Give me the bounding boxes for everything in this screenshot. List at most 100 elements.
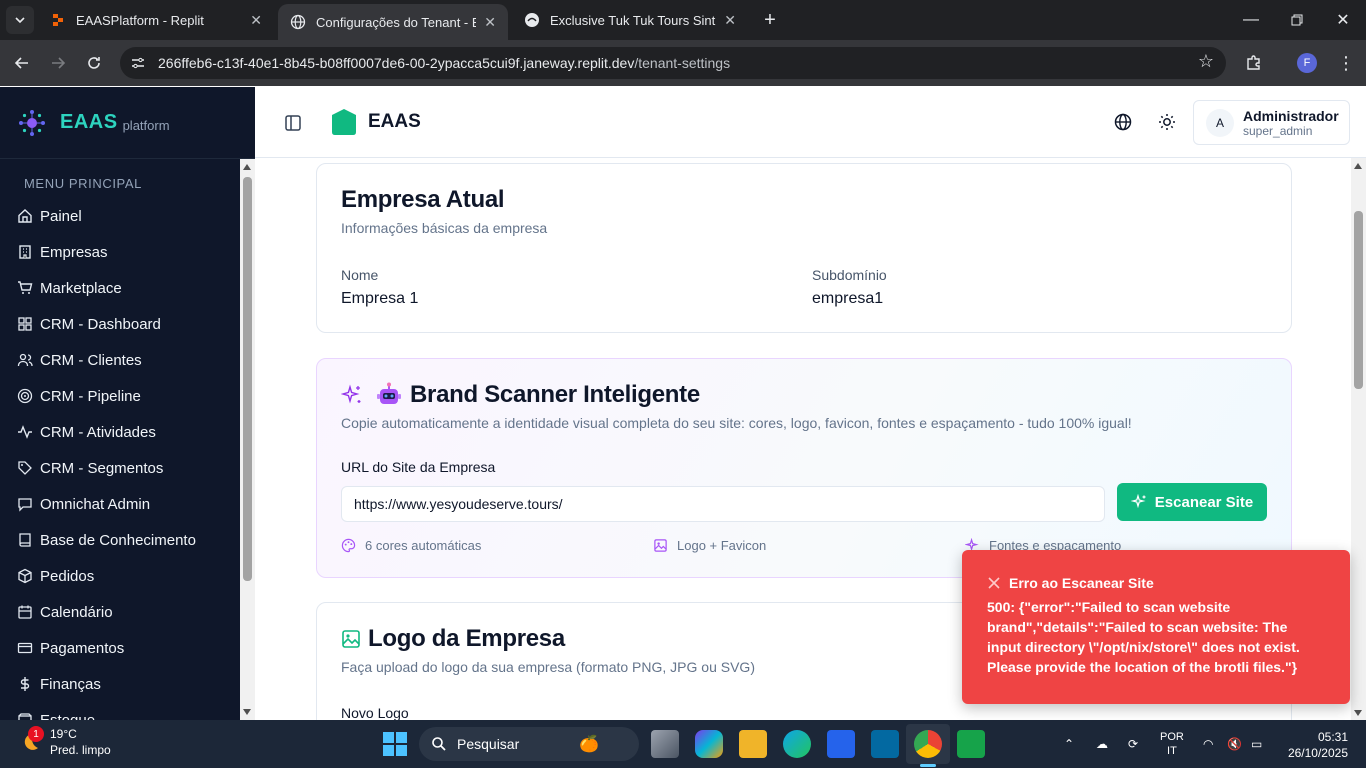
wifi-icon[interactable]: ◠ (1203, 720, 1213, 768)
language-indicator[interactable]: POR IT (1160, 730, 1184, 758)
scrollbar-thumb[interactable] (243, 177, 252, 581)
sidebar-item-crm-clientes[interactable]: CRM - Clientes (0, 342, 240, 378)
user-menu-button[interactable]: A Administrador super_admin (1193, 100, 1350, 145)
task-view-icon[interactable] (651, 730, 679, 758)
browser-tab-tuk-tuk[interactable]: Exclusive Tuk Tuk Tours Sintra & ✕ (512, 0, 748, 40)
forward-button[interactable] (44, 49, 72, 77)
site-url-input[interactable]: https://www.yesyoudeserve.tours/ (341, 486, 1105, 522)
globe-favicon-icon (290, 14, 306, 30)
url-text: 266ffeb6-c13f-40e1-8b45-b08ff0007de6-00-… (158, 55, 730, 71)
volume-muted-icon[interactable]: 🔇 (1227, 720, 1242, 768)
file-explorer-icon[interactable] (739, 730, 767, 758)
close-window-button[interactable]: ✕ (1320, 0, 1366, 40)
theme-sun-icon[interactable] (1157, 112, 1177, 132)
new-tab-button[interactable]: + (758, 8, 782, 32)
sidebar-item-omnichat-admin[interactable]: Omnichat Admin (0, 486, 240, 522)
close-tab-icon[interactable]: ✕ (724, 12, 736, 29)
restore-button[interactable] (1274, 0, 1320, 40)
sidebar-item-base-de-conhecimento[interactable]: Base de Conhecimento (0, 522, 240, 558)
windows-taskbar: 1 19°C Pred. limpo Pesquisar 🍊 ⌃ ☁ ⟳ POR… (0, 720, 1366, 768)
app-sidebar: EAAS platform MENU PRINCIPAL Painel Empr… (0, 87, 255, 729)
site-info-icon[interactable] (126, 51, 150, 75)
tab-search-button[interactable] (6, 6, 34, 34)
sidebar-item-pagamentos[interactable]: Pagamentos (0, 630, 240, 666)
weather-desc: Pred. limpo (50, 743, 111, 757)
tray-chevron-icon[interactable]: ⌃ (1064, 720, 1074, 768)
feature-label: 6 cores automáticas (365, 538, 482, 553)
search-icon (432, 737, 446, 751)
active-app-indicator (920, 764, 936, 767)
sidebar-scrollbar[interactable] (240, 159, 255, 720)
toast-title: Erro ao Escanear Site (1009, 575, 1154, 591)
toast-title-row: Erro ao Escanear Site (987, 575, 1325, 591)
main-scrollbar[interactable] (1351, 158, 1366, 720)
minimize-button[interactable]: — (1228, 0, 1274, 40)
browser-tab-replit[interactable]: EAASPlatform - Replit ✕ (38, 0, 274, 40)
scroll-down-arrow-icon[interactable] (243, 709, 251, 715)
scroll-down-arrow-icon[interactable] (1354, 710, 1362, 716)
header-title: EAAS (368, 111, 421, 132)
company-card: Empresa Atual Informações básicas da emp… (316, 163, 1292, 333)
new-logo-label: Novo Logo (341, 705, 409, 720)
sidebar-item-marketplace[interactable]: Marketplace (0, 270, 240, 306)
windows-start-icon[interactable] (383, 732, 407, 756)
address-bar[interactable]: 266ffeb6-c13f-40e1-8b45-b08ff0007de6-00-… (120, 47, 1226, 79)
menu-section-label: MENU PRINCIPAL (24, 176, 142, 191)
sidebar-item-painel[interactable]: Painel (0, 198, 240, 234)
chrome-icon[interactable] (914, 730, 942, 758)
home-icon (16, 207, 34, 225)
m365-icon[interactable] (695, 730, 723, 758)
logo-card-title: Logo da Empresa (368, 625, 565, 652)
reload-button[interactable] (80, 49, 108, 77)
edge-icon[interactable] (783, 730, 811, 758)
sync-icon[interactable]: ⟳ (1128, 720, 1138, 768)
user-role: super_admin (1243, 123, 1313, 138)
sidebar-item-crm-dashboard[interactable]: CRM - Dashboard (0, 306, 240, 342)
sidebar-item-label: CRM - Clientes (40, 351, 142, 369)
language-globe-icon[interactable] (1113, 112, 1133, 132)
sidebar-toggle-icon[interactable] (283, 113, 303, 133)
site-url-label: URL do Site da Empresa (341, 459, 496, 475)
extensions-button[interactable] (1240, 49, 1268, 77)
cloud-icon[interactable]: ☁ (1096, 720, 1108, 768)
sidebar-item-crm-pipeline[interactable]: CRM - Pipeline (0, 378, 240, 414)
system-clock[interactable]: 05:31 26/10/2025 (1280, 729, 1348, 761)
arrow-right-icon (52, 57, 66, 69)
sidebar-item-pedidos[interactable]: Pedidos (0, 558, 240, 594)
robot-icon (377, 382, 401, 404)
sidebar-item-calendario[interactable]: Calendário (0, 594, 240, 630)
url-host: 266ffeb6-c13f-40e1-8b45-b08ff0007de6-00-… (158, 55, 635, 71)
back-button[interactable] (8, 49, 36, 77)
taskbar-search[interactable]: Pesquisar 🍊 (419, 727, 639, 761)
lang-line-1: POR (1160, 731, 1184, 743)
notes-app-icon[interactable] (957, 730, 985, 758)
close-x-icon[interactable] (987, 576, 1001, 590)
logo-card-subtitle: Faça upload do logo da sua empresa (form… (341, 659, 755, 675)
close-tab-icon[interactable]: ✕ (250, 12, 262, 29)
scan-site-button[interactable]: Escanear Site (1117, 483, 1267, 521)
profile-button[interactable]: F (1293, 49, 1321, 77)
scroll-up-arrow-icon[interactable] (243, 164, 251, 170)
search-highlight-icon: 🍊 (579, 736, 600, 753)
outlook-icon[interactable] (871, 730, 899, 758)
store-icon[interactable] (827, 730, 855, 758)
scroll-up-arrow-icon[interactable] (1354, 163, 1362, 169)
scrollbar-thumb[interactable] (1354, 211, 1363, 389)
notification-badge: 1 (28, 726, 44, 742)
brand-scanner-title: Brand Scanner Inteligente (410, 381, 700, 408)
bookmark-star-icon[interactable]: ☆ (1198, 51, 1214, 72)
sidebar-item-crm-segmentos[interactable]: CRM - Segmentos (0, 450, 240, 486)
sidebar-item-crm-atividades[interactable]: CRM - Atividades (0, 414, 240, 450)
sidebar-brand[interactable]: EAAS platform (0, 87, 255, 159)
sidebar-item-empresas[interactable]: Empresas (0, 234, 240, 270)
activity-icon (16, 423, 34, 441)
weather-widget[interactable]: 1 19°C Pred. limpo (16, 726, 111, 758)
sidebar-item-financas[interactable]: Finanças (0, 666, 240, 702)
battery-icon[interactable]: ▭ (1251, 720, 1262, 768)
chevron-down-icon (15, 17, 25, 24)
app-header: EAAS A Administrador super_admin (255, 87, 1366, 158)
browser-tab-tenant-settings[interactable]: Configurações do Tenant - EAAS ✕ (278, 4, 508, 40)
browser-toolbar: 266ffeb6-c13f-40e1-8b45-b08ff0007de6-00-… (0, 40, 1366, 86)
browser-menu-button[interactable]: ⋮ (1332, 49, 1360, 77)
close-tab-icon[interactable]: ✕ (484, 14, 496, 31)
